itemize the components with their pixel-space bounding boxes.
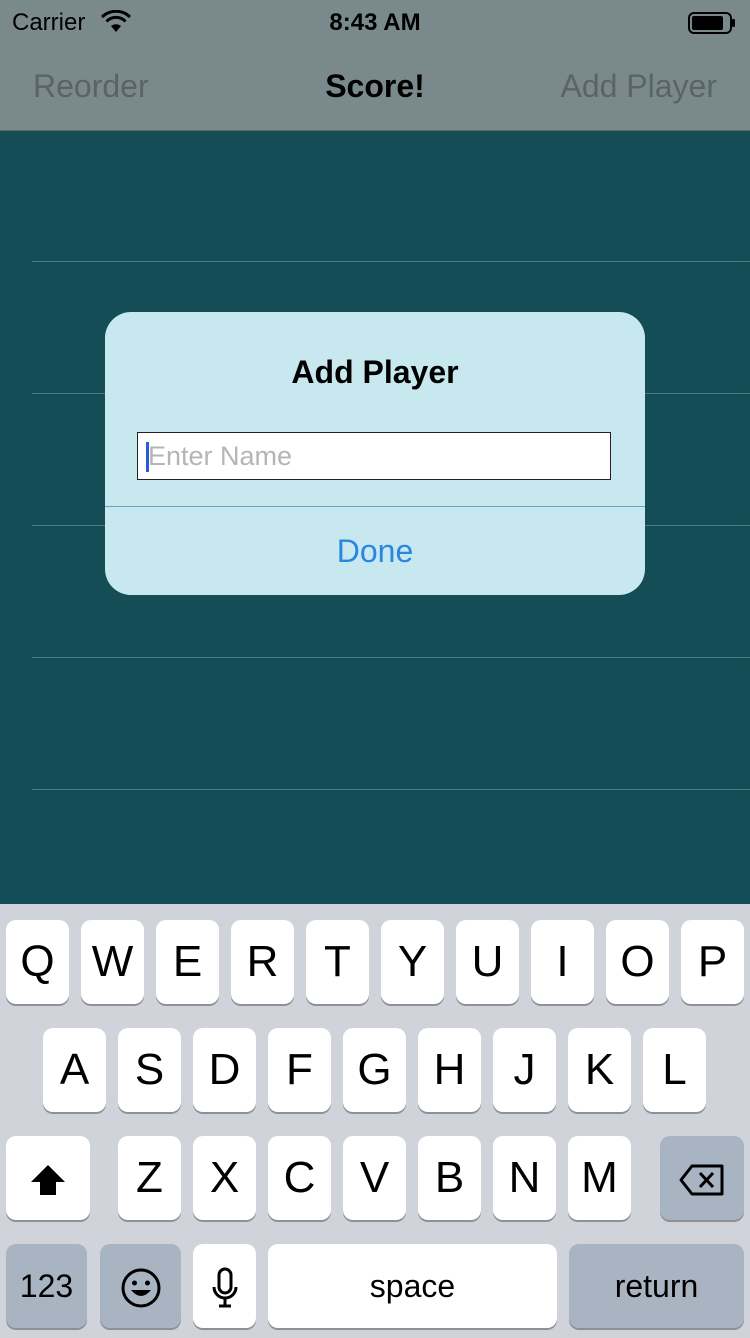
backspace-icon: [679, 1164, 724, 1196]
key-k[interactable]: K: [568, 1028, 631, 1112]
space-key[interactable]: space: [268, 1244, 557, 1328]
key-v[interactable]: V: [343, 1136, 406, 1220]
shift-icon: [31, 1165, 65, 1196]
key-m[interactable]: M: [568, 1136, 631, 1220]
dictation-key[interactable]: [193, 1244, 256, 1328]
numbers-key[interactable]: 123: [6, 1244, 87, 1328]
status-bar: Carrier 8:43 AM: [0, 0, 750, 44]
battery-icon: [688, 12, 735, 34]
emoji-key[interactable]: [100, 1244, 181, 1328]
clock: 8:43 AM: [329, 9, 421, 36]
key-j[interactable]: J: [493, 1028, 556, 1112]
shift-key[interactable]: [6, 1136, 90, 1220]
key-n[interactable]: N: [493, 1136, 556, 1220]
key-w[interactable]: W: [81, 920, 144, 1004]
key-u[interactable]: U: [456, 920, 519, 1004]
add-player-button[interactable]: Add Player: [560, 68, 717, 105]
name-input-placeholder: Enter Name: [148, 441, 293, 471]
delete-key[interactable]: [660, 1136, 744, 1220]
key-s[interactable]: S: [118, 1028, 181, 1112]
key-b[interactable]: B: [418, 1136, 481, 1220]
microphone-icon: [212, 1267, 237, 1308]
key-f[interactable]: F: [268, 1028, 331, 1112]
name-input[interactable]: Enter Name: [137, 432, 611, 480]
return-key[interactable]: return: [569, 1244, 744, 1328]
key-o[interactable]: O: [606, 920, 669, 1004]
row-separator: [32, 789, 750, 790]
emoji-icon: [121, 1268, 160, 1308]
key-x[interactable]: X: [193, 1136, 256, 1220]
row-separator: [32, 261, 750, 262]
key-p[interactable]: P: [681, 920, 744, 1004]
key-d[interactable]: D: [193, 1028, 256, 1112]
done-button[interactable]: Done: [105, 507, 645, 595]
add-player-alert: Add Player Enter Name Done: [105, 312, 645, 595]
text-cursor: [146, 442, 149, 472]
keyboard: Q W E R T Y U I O P A S D F G H J K L Z …: [0, 904, 750, 1338]
key-g[interactable]: G: [343, 1028, 406, 1112]
key-a[interactable]: A: [43, 1028, 106, 1112]
key-e[interactable]: E: [156, 920, 219, 1004]
alert-title: Add Player: [291, 354, 459, 390]
key-y[interactable]: Y: [381, 920, 444, 1004]
key-h[interactable]: H: [418, 1028, 481, 1112]
key-r[interactable]: R: [231, 920, 294, 1004]
key-t[interactable]: T: [306, 920, 369, 1004]
key-c[interactable]: C: [268, 1136, 331, 1220]
key-z[interactable]: Z: [118, 1136, 181, 1220]
row-separator: [32, 657, 750, 658]
key-i[interactable]: I: [531, 920, 594, 1004]
key-l[interactable]: L: [643, 1028, 706, 1112]
navigation-bar: Reorder Score! Add Player: [0, 44, 750, 131]
key-q[interactable]: Q: [6, 920, 69, 1004]
